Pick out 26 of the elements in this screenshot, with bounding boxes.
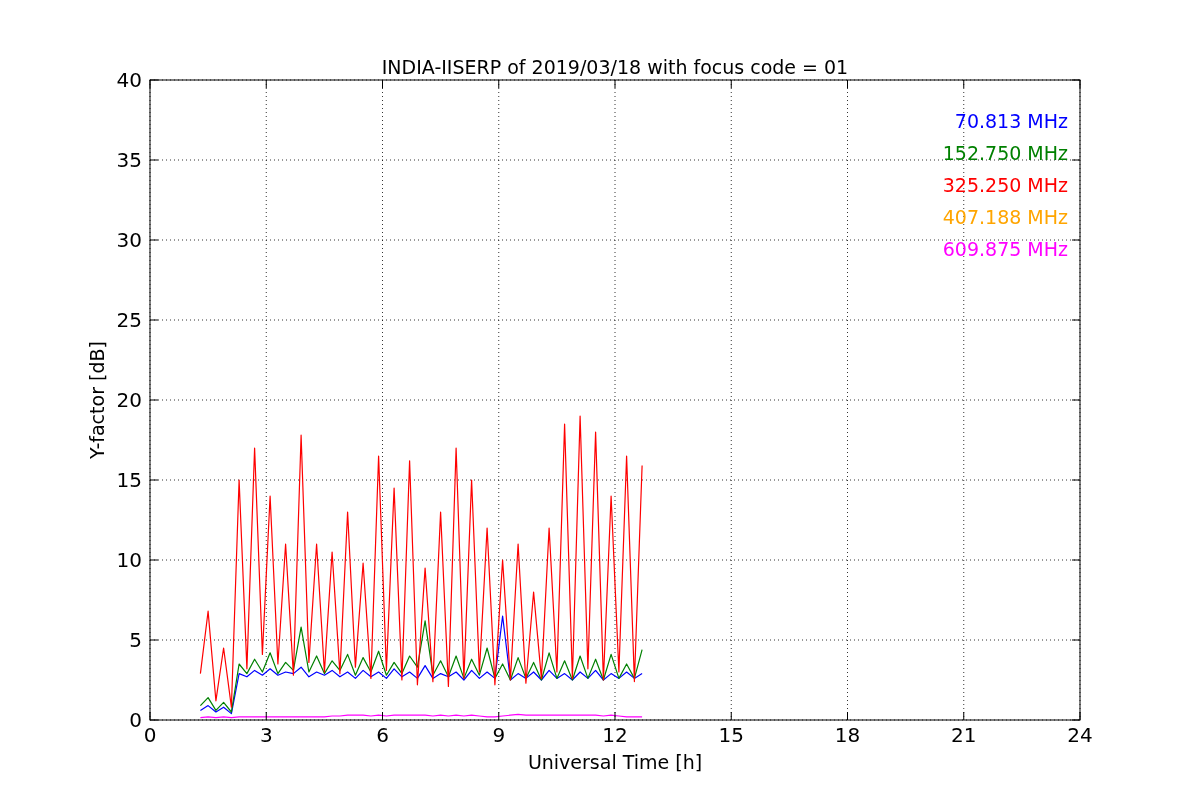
axis-label: Universal Time [h] (527, 751, 703, 773)
tick-label: 21 (951, 723, 977, 747)
legend-label: 325.250 MHz (942, 174, 1068, 196)
tick-label: 10 (116, 548, 142, 572)
tick-label: 6 (376, 723, 389, 747)
tick-label: 24 (1067, 723, 1093, 747)
tick-label: 35 (116, 148, 142, 172)
tick-label: 15 (718, 723, 744, 747)
legend-label: 152.750 MHz (942, 142, 1068, 164)
tick-label: 0 (129, 708, 142, 732)
tick-label: 25 (116, 308, 142, 332)
legend-label: 407.188 MHz (942, 206, 1068, 228)
tick-label: 9 (492, 723, 506, 747)
tick-label: 18 (834, 723, 861, 747)
tick-label: 0 (143, 723, 157, 747)
tick-label: 30 (116, 228, 142, 252)
tick-label: 15 (116, 468, 142, 492)
legend-label: 609.875 MHz (942, 238, 1068, 260)
tick-label: 40 (116, 68, 142, 92)
legend-label: 70.813 MHz (954, 110, 1068, 132)
tick-label: 5 (129, 628, 142, 652)
tick-label: 3 (259, 723, 273, 747)
axis-label: Y-factor [dB] (86, 341, 108, 459)
tick-label: 12 (602, 723, 628, 747)
chart-title: INDIA-IISERP of 2019/03/18 with focus code = 01 (381, 56, 849, 78)
tick-label: 20 (116, 388, 142, 412)
